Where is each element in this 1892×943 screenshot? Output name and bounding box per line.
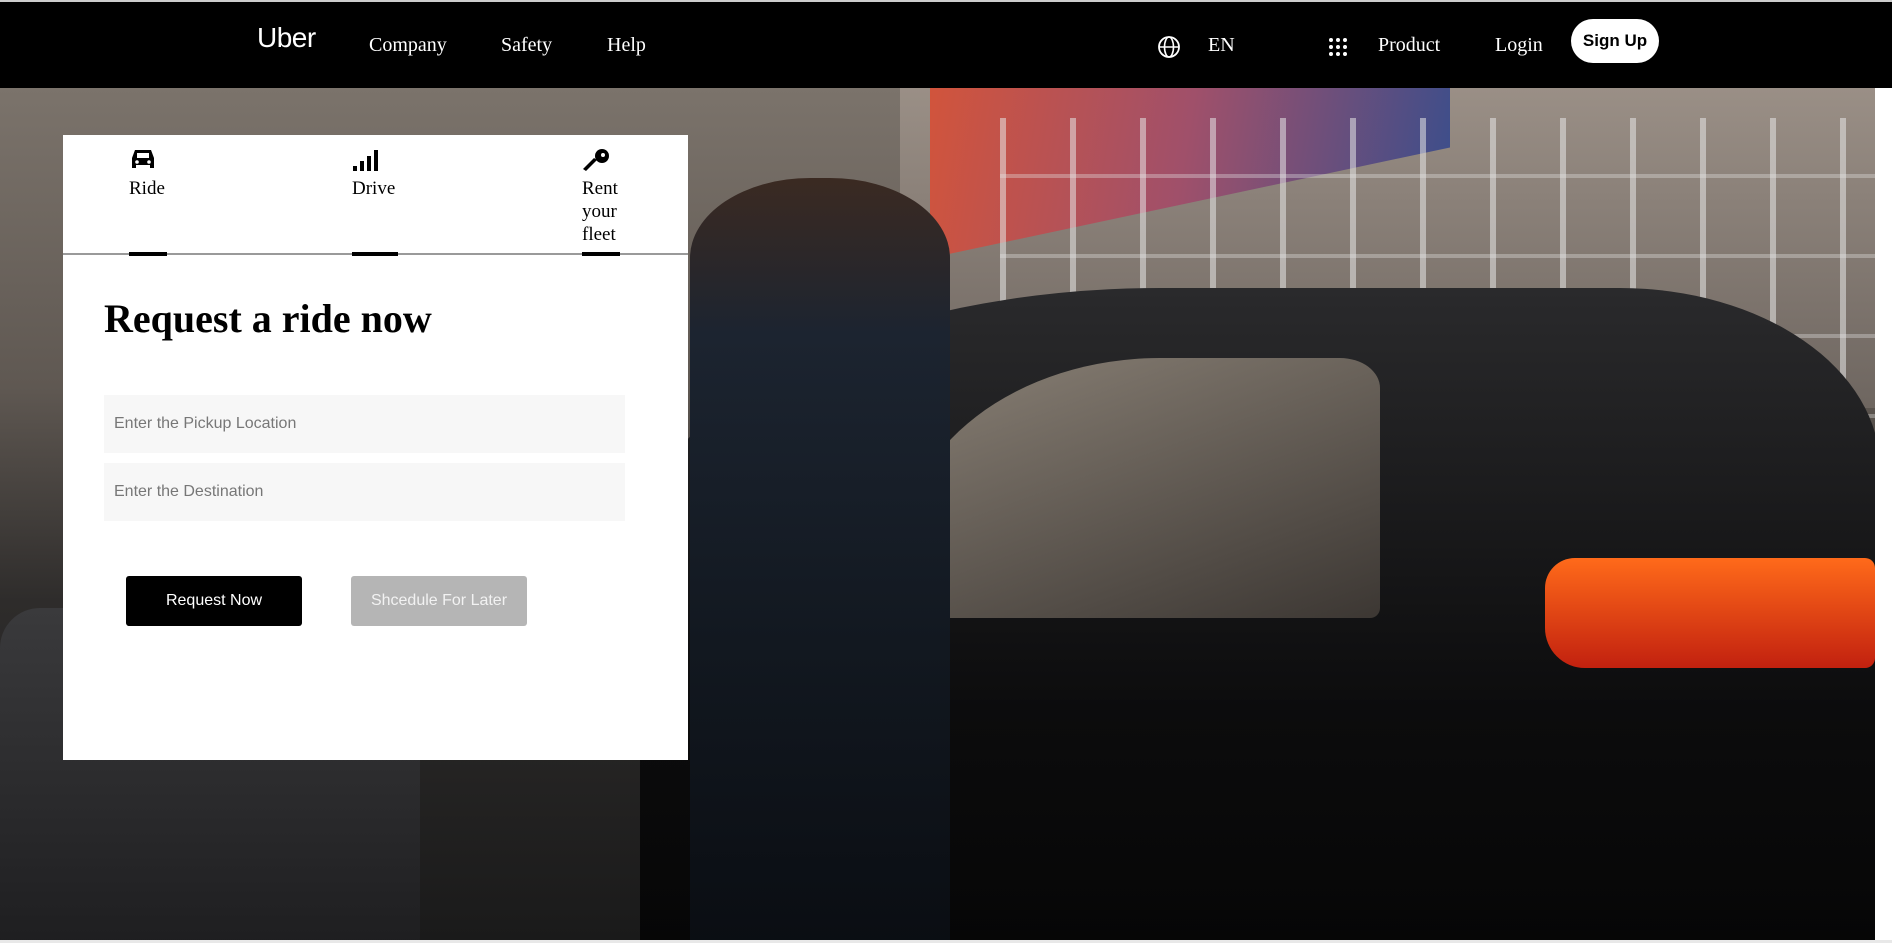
booking-tabs: Ride Drive Rent your fleet [63, 135, 688, 256]
hero-tail-light [1545, 558, 1875, 668]
hero-person [690, 178, 950, 943]
destination-input[interactable] [104, 463, 625, 521]
language-selector[interactable]: EN [1208, 34, 1235, 57]
nav-link-login[interactable]: Login [1495, 34, 1543, 57]
nav-link-company[interactable]: Company [369, 34, 447, 57]
signal-bars-icon [353, 150, 378, 171]
globe-icon[interactable] [1157, 35, 1181, 59]
tab-rent-your-fleet-label: Rent your fleet [582, 178, 618, 245]
tab-drive-underline [352, 252, 398, 256]
pickup-location-input[interactable] [104, 395, 625, 453]
nav-link-help[interactable]: Help [607, 34, 646, 57]
tab-ride-label: Ride [129, 178, 165, 199]
sign-up-button[interactable]: Sign Up [1571, 19, 1659, 63]
nav-link-product[interactable]: Product [1378, 34, 1440, 57]
tab-rent-your-fleet[interactable]: Rent your fleet [582, 147, 627, 256]
request-now-button[interactable]: Request Now [126, 576, 302, 626]
tab-drive-label: Drive [352, 178, 396, 199]
schedule-for-later-button[interactable]: Shcedule For Later [351, 576, 527, 626]
page-title: Request a ride now [104, 296, 432, 341]
tab-ride[interactable]: Ride [129, 147, 167, 256]
key-icon [583, 149, 609, 171]
booking-card: Ride Drive Rent your fleet Request a rid… [63, 135, 688, 760]
apps-grid-icon[interactable] [1328, 37, 1348, 57]
tab-ride-underline [129, 252, 167, 256]
nav-link-safety[interactable]: Safety [501, 34, 552, 57]
tab-rent-your-fleet-underline [582, 252, 620, 256]
top-navigation-bar: Uber Company Safety Help EN Product Logi… [0, 0, 1892, 88]
car-icon [132, 150, 154, 168]
tab-drive[interactable]: Drive [352, 147, 398, 256]
uber-logo[interactable]: Uber [257, 22, 316, 54]
